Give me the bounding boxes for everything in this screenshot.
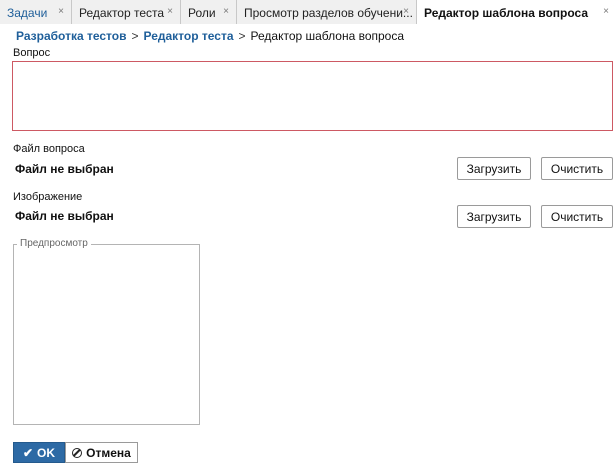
breadcrumb-link-test-development[interactable]: Разработка тестов (16, 29, 126, 43)
question-file-clear-button[interactable]: Очистить (541, 157, 613, 180)
tab-question-template-editor[interactable]: Редактор шаблона вопроса × (417, 0, 616, 25)
question-file-label: Файл вопроса (13, 143, 85, 155)
check-icon: ✔ (22, 445, 34, 460)
cancel-button-label: Отмена (86, 445, 131, 460)
breadcrumb-separator: > (238, 29, 246, 43)
preview-panel (13, 244, 200, 425)
breadcrumb-current: Редактор шаблона вопроса (250, 29, 405, 43)
cancel-button[interactable]: Отмена (65, 442, 138, 463)
question-textarea[interactable] (12, 61, 613, 131)
cancel-circle-icon (72, 447, 83, 458)
ok-button[interactable]: ✔ OK (13, 442, 65, 463)
tab-tasks[interactable]: Задачи × (0, 0, 72, 24)
tab-test-editor[interactable]: Редактор теста × (72, 0, 181, 24)
tab-training-sections[interactable]: Просмотр разделов обучени... × (237, 0, 417, 24)
tab-label: Редактор теста (79, 6, 165, 20)
image-label: Изображение (13, 191, 83, 203)
breadcrumb-link-test-editor[interactable]: Редактор теста (143, 29, 233, 43)
close-icon[interactable]: × (167, 6, 173, 17)
tab-roles[interactable]: Роли × (181, 0, 237, 24)
tab-label: Просмотр разделов обучени... (244, 6, 413, 20)
image-file-status: Файл не выбран (15, 209, 114, 223)
breadcrumb-separator: > (131, 29, 139, 43)
tab-label: Задачи (7, 6, 48, 20)
image-upload-button[interactable]: Загрузить (457, 205, 531, 228)
tab-bar: Задачи × Редактор теста × Роли × Просмот… (0, 0, 616, 25)
question-label: Вопрос (13, 47, 51, 59)
close-icon[interactable]: × (223, 6, 229, 17)
tab-label: Редактор шаблона вопроса (424, 6, 589, 20)
question-file-status: Файл не выбран (15, 162, 114, 176)
preview-legend: Предпросмотр (17, 238, 91, 249)
tab-label: Роли (188, 6, 216, 20)
question-file-upload-button[interactable]: Загрузить (457, 157, 531, 180)
close-icon[interactable]: × (603, 6, 609, 17)
close-icon[interactable]: × (58, 6, 64, 17)
close-icon[interactable]: × (403, 6, 409, 17)
breadcrumb: Разработка тестов > Редактор теста > Редакто… (16, 29, 404, 43)
ok-button-label: OK (37, 445, 56, 460)
image-clear-button[interactable]: Очистить (541, 205, 613, 228)
